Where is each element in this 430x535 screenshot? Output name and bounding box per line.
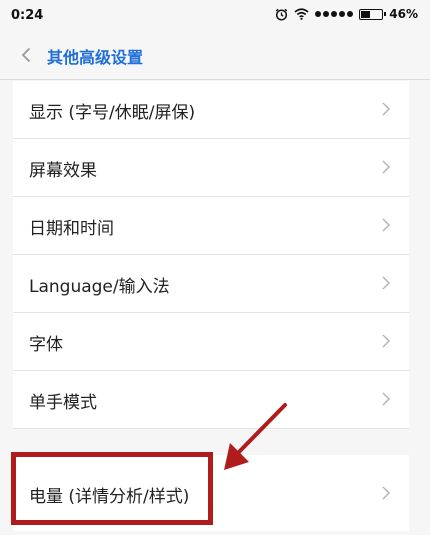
battery-icon <box>359 8 387 20</box>
settings-item-label: 显示 (字号/休眠/屏保) <box>29 103 196 123</box>
chevron-right-icon <box>382 102 391 116</box>
settings-item-label: 字体 <box>29 335 63 355</box>
chevron-right-icon <box>382 218 391 232</box>
settings-item-label: 日期和时间 <box>29 219 114 239</box>
wifi-icon <box>294 8 309 20</box>
settings-item-one-hand-mode[interactable]: 单手模式 <box>13 371 409 429</box>
status-icons: 46% <box>275 7 418 21</box>
settings-item-date-time[interactable]: 日期和时间 <box>13 197 409 255</box>
status-time: 0:24 <box>11 8 44 23</box>
battery-percent: 46% <box>389 7 418 21</box>
battery-fill <box>361 10 371 18</box>
chevron-right-icon <box>382 392 391 406</box>
settings-item-display[interactable]: 显示 (字号/休眠/屏保) <box>13 81 409 139</box>
settings-item-label: 单手模式 <box>29 393 97 413</box>
phone-screen: 0:24 46% 其他高级设置 显示 (字号/休眠/屏保) 屏幕效果 日期和时间… <box>0 0 430 535</box>
highlight-box <box>11 452 213 525</box>
settings-item-language[interactable]: Language/输入法 <box>13 255 409 313</box>
settings-item-screen-effect[interactable]: 屏幕效果 <box>13 139 409 197</box>
settings-item-label: Language/输入法 <box>29 277 170 297</box>
chevron-left-icon[interactable] <box>18 46 36 64</box>
alarm-icon <box>275 8 288 21</box>
chevron-right-icon <box>382 334 391 348</box>
page-header: 其他高级设置 <box>0 32 430 80</box>
chevron-right-icon <box>382 486 391 500</box>
settings-item-font[interactable]: 字体 <box>13 313 409 371</box>
chevron-right-icon <box>382 276 391 290</box>
settings-item-label: 屏幕效果 <box>29 161 97 181</box>
page-title: 其他高级设置 <box>47 48 144 67</box>
status-bar: 0:24 46% <box>0 0 430 32</box>
signal-dots-icon <box>315 11 354 17</box>
chevron-right-icon <box>382 160 391 174</box>
